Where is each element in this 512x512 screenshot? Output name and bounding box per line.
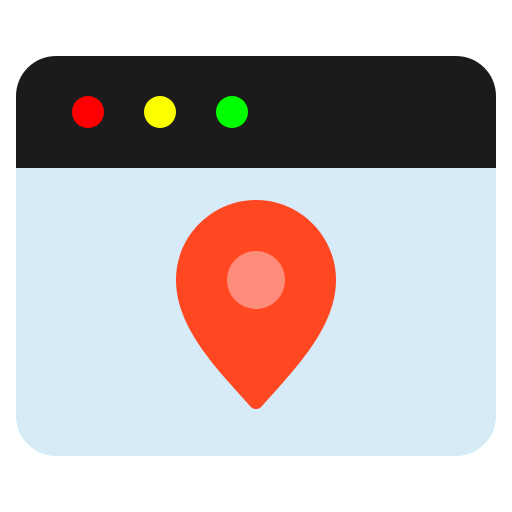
browser-window: [16, 56, 496, 456]
browser-location-icon: [0, 0, 512, 512]
browser-content: [16, 168, 496, 456]
map-pin-icon: [176, 200, 336, 409]
minimize-dot: [144, 96, 176, 128]
browser-titlebar: [16, 56, 496, 168]
map-pin-center: [227, 251, 285, 309]
maximize-dot: [216, 96, 248, 128]
close-dot: [72, 96, 104, 128]
